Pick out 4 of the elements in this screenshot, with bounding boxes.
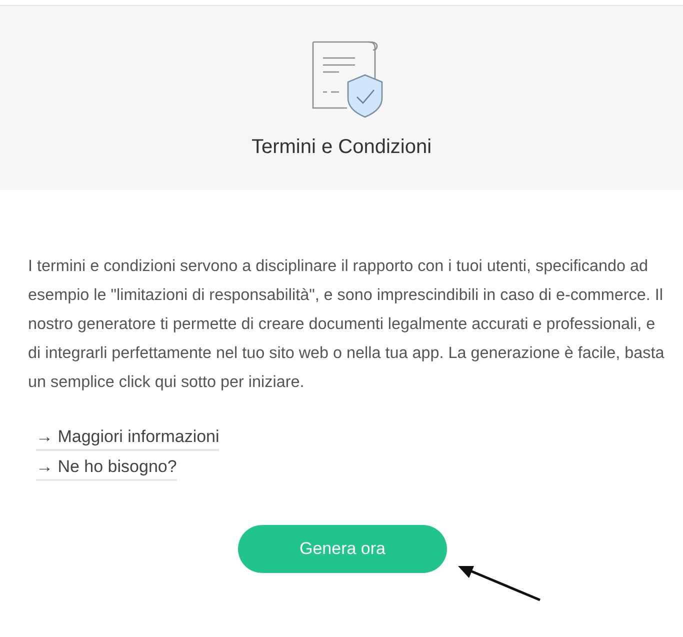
description-paragraph: I termini e condizioni servono a disciplinare il rapporto con i tuoi utenti, specificando ad esempio le "limitazioni di responsabilità", e sono imprescindibili in caso di e-commerce. Il nostro generatore ti permette di creare documenti legalmente accurati e professionali, e di integrarli perfettamente nel tuo sito web o nella tua app. La generazione è facile, basta un semplice click qui sotto per iniziare.	[28, 256, 666, 393]
info-link[interactable]: → Maggiori informazioni	[36, 427, 220, 451]
info-link[interactable]: → Ne ho bisogno?	[36, 457, 177, 481]
page-title: Termini e Condizioni	[251, 136, 432, 159]
